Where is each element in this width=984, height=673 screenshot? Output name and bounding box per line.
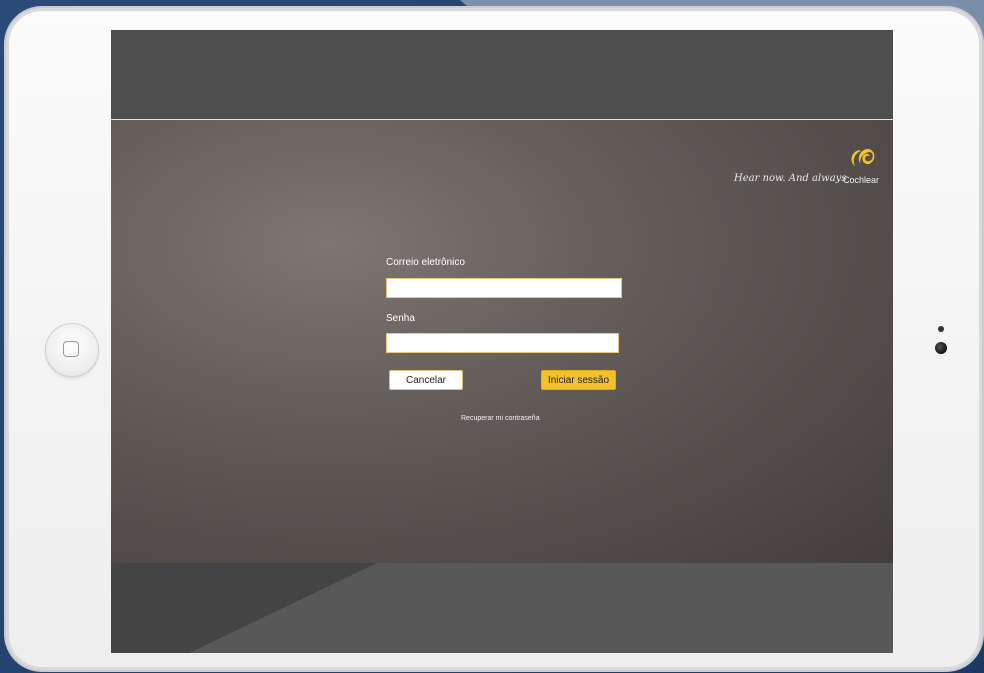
camera-icon <box>935 342 947 354</box>
login-screen: Hear now. And always Cochlear Correio el… <box>111 120 893 563</box>
cancel-button[interactable]: Cancelar <box>389 370 463 390</box>
home-button-icon <box>63 341 79 357</box>
home-button[interactable] <box>46 324 98 376</box>
screen-footer-bar <box>111 563 893 653</box>
password-label: Senha <box>386 313 415 324</box>
brand-name: Cochlear <box>843 175 880 185</box>
email-label: Correio eletrônico <box>386 257 465 268</box>
screen-header-bar <box>111 30 893 120</box>
footer-shade <box>111 563 377 653</box>
cochlear-logo-icon <box>851 149 875 166</box>
sensor-icon <box>938 326 944 332</box>
password-input[interactable] <box>386 333 619 353</box>
login-button[interactable]: Iniciar sessão <box>541 370 616 390</box>
tablet-screen: Hear now. And always Cochlear Correio el… <box>111 30 893 653</box>
recover-password-link[interactable]: Recuperar mi contraseña <box>461 415 540 422</box>
email-input[interactable] <box>386 278 622 298</box>
brand-tagline: Hear now. And always <box>734 173 847 184</box>
